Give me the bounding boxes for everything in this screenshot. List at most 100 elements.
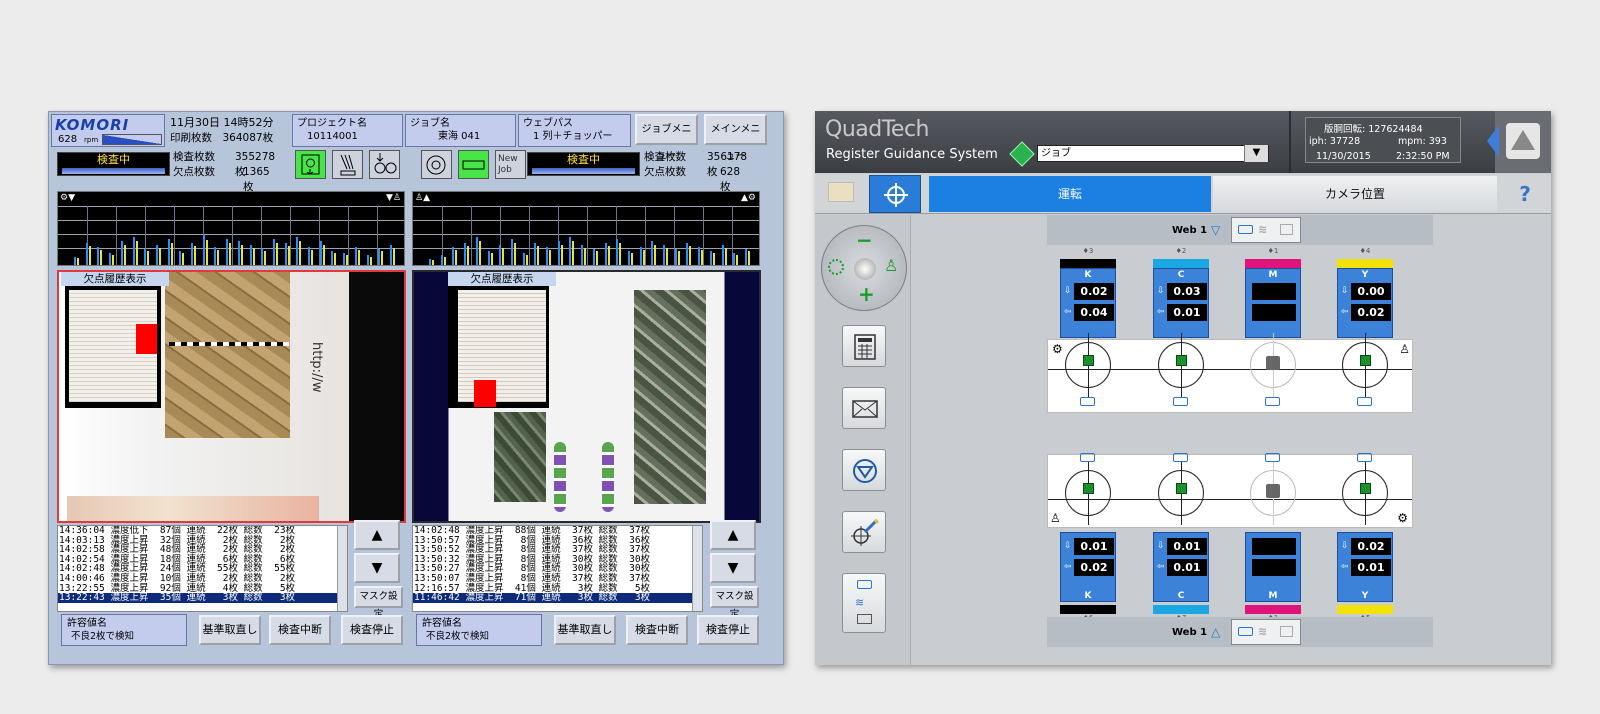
web-bottom-direction-icon[interactable]: △ [1211,625,1220,639]
reel-icon[interactable] [421,150,452,179]
register-value[interactable]: 0.02 [1351,304,1391,321]
help-button[interactable]: ? [1499,176,1551,212]
web-top-direction-icon[interactable]: ▽ [1211,223,1220,237]
register-value[interactable]: 0.03 [1167,283,1207,300]
register-card-y[interactable]: Y 0.02 ⇩ 0.01 ⇦ [1337,532,1393,602]
register-target[interactable] [1158,461,1204,525]
alarm-button[interactable] [1487,111,1551,173]
register-value[interactable]: 0.02 [1074,559,1114,576]
camera-icon[interactable] [1173,453,1188,462]
right-mask-button[interactable]: マスク設定 [710,586,759,620]
web-top-camera-selector[interactable]: ≋ [1231,217,1301,243]
left-scroll-up-button[interactable]: ▲ [354,520,400,550]
cylinder-icon[interactable] [458,150,489,179]
gear-icon[interactable] [828,259,844,275]
camera-mode-button[interactable]: ≋ [842,573,886,633]
right-defect-log[interactable]: 14:02:48 濃度上昇 88個 連続 37枚 総数 37枚 13:50:57 … [412,525,703,612]
collapse-arrow-icon[interactable] [1487,125,1499,157]
register-value[interactable]: 0.04 [1074,304,1114,321]
camera-icon[interactable] [1173,397,1188,406]
roller-adjust-icon[interactable] [369,150,400,179]
register-card-c[interactable]: C 0.03 ⇩ 0.01 ⇦ [1153,268,1209,338]
register-card-m[interactable]: M [1245,532,1301,602]
camera-icon[interactable] [1080,397,1095,406]
right-scroll-down-button[interactable]: ▼ [710,553,756,583]
register-target[interactable] [1065,461,1111,525]
job-select[interactable]: ジョブ ▼ [1037,145,1269,162]
right-scroll-up-button[interactable]: ▲ [710,520,756,550]
crosshair-tab[interactable] [869,175,921,213]
operator-icon[interactable]: ♙ [1050,511,1061,525]
register-value[interactable]: 0.02 [1351,538,1391,555]
log-row[interactable]: 13:22:43 濃度上昇 35個 連続 3枚 総数 3枚 [58,593,347,603]
left-pause-button[interactable]: 検査中断 [269,615,331,645]
left-mask-button[interactable]: マスク設定 [354,586,403,620]
register-value[interactable] [1252,304,1296,321]
camera-icon[interactable] [1357,397,1372,406]
register-value[interactable] [1252,559,1296,576]
register-value[interactable]: 0.00 [1351,283,1391,300]
tab-camera-position[interactable]: カメラ位置 [1213,176,1497,212]
jog-minus-button[interactable]: − [856,228,873,252]
filter-button[interactable] [842,449,886,491]
right-pause-button[interactable]: 検査中断 [626,615,688,645]
chevron-down-icon[interactable]: ▼ [1244,145,1268,162]
brush-icon[interactable] [332,150,363,179]
right-reset-button[interactable]: 基準取直し [554,615,616,645]
left-reset-button[interactable]: 基準取直し [199,615,261,645]
tab-run[interactable]: 運転 [929,176,1211,212]
main-menu-button[interactable]: メインメニュー [704,114,767,162]
left-defect-log[interactable]: 14:36:04 濃度低下 87個 連続 22枚 総数 23枚 14:03:13 … [57,525,348,612]
web-bottom-camera-selector[interactable]: ≋ [1231,619,1301,645]
mpm-value: mpm: 393 [1398,136,1447,147]
register-value[interactable] [1252,283,1296,300]
right-log-scrollbar[interactable] [692,526,702,611]
register-value[interactable]: 0.01 [1167,559,1207,576]
register-target[interactable] [1065,333,1111,397]
register-target[interactable] [1158,333,1204,397]
lock-target[interactable] [1250,333,1296,397]
left-print-image[interactable]: 欠点履歴表示 http://w [57,270,406,523]
new-job-icon[interactable]: New Job [495,150,526,179]
register-value[interactable]: 0.01 [1074,538,1114,555]
envelope-button[interactable] [842,387,886,429]
target-edit-button[interactable] [842,511,886,553]
jog-plus-button[interactable]: + [858,282,875,306]
left-tolerance-box[interactable]: 許容値名 不良2枚で検知 [61,614,187,646]
operator-icon[interactable]: ♙ [1399,342,1410,356]
gear-icon[interactable]: ⚙ [1397,511,1408,525]
left-log-scrollbar[interactable] [337,526,347,611]
register-value[interactable]: 0.01 [1351,559,1391,576]
right-tolerance-box[interactable]: 許容値名 不良2枚で検知 [416,614,542,646]
calculator-button[interactable] [842,325,886,367]
left-scroll-down-button[interactable]: ▼ [354,553,400,583]
register-value[interactable]: 0.02 [1074,283,1114,300]
jog-control[interactable]: − + ♙ [821,225,907,311]
register-card-c[interactable]: C 0.01 ⇩ 0.01 ⇦ [1153,532,1209,602]
job-menu-button[interactable]: ジョブメニュー [635,114,698,162]
register-target[interactable] [1342,333,1388,397]
jog-center-knob[interactable] [854,258,876,280]
camera-icon[interactable] [1265,453,1280,462]
register-card-y[interactable]: Y 0.00 ⇩ 0.02 ⇦ [1337,268,1393,338]
camera-icon[interactable] [1357,453,1372,462]
register-card-m[interactable]: M [1245,268,1301,338]
log-row[interactable]: 11:46:42 濃度上昇 71個 連続 3枚 総数 3枚 [413,593,702,603]
register-value[interactable]: 0.01 [1167,538,1207,555]
register-card-k[interactable]: K 0.01 ⇩ 0.02 ⇦ [1060,532,1116,602]
left-stop-button[interactable]: 検査停止 [341,615,403,645]
register-value[interactable]: 0.01 [1167,304,1207,321]
operator-icon[interactable]: ♙ [884,256,898,275]
register-target[interactable] [1342,461,1388,525]
lock-target[interactable] [1250,461,1296,525]
graph-bar [100,249,103,265]
register-value[interactable] [1252,538,1296,555]
register-card-k[interactable]: K 0.02 ⇩ 0.04 ⇦ [1060,268,1116,338]
right-stop-button[interactable]: 検査停止 [697,615,759,645]
right-print-image[interactable]: 欠点履歴表示 [412,270,761,523]
camera-icon[interactable] [295,150,326,179]
gear-icon[interactable]: ⚙ [1052,342,1063,356]
camera-icon[interactable] [1080,453,1095,462]
camera-icon[interactable] [1265,397,1280,406]
menu-icon-button[interactable] [828,182,854,202]
